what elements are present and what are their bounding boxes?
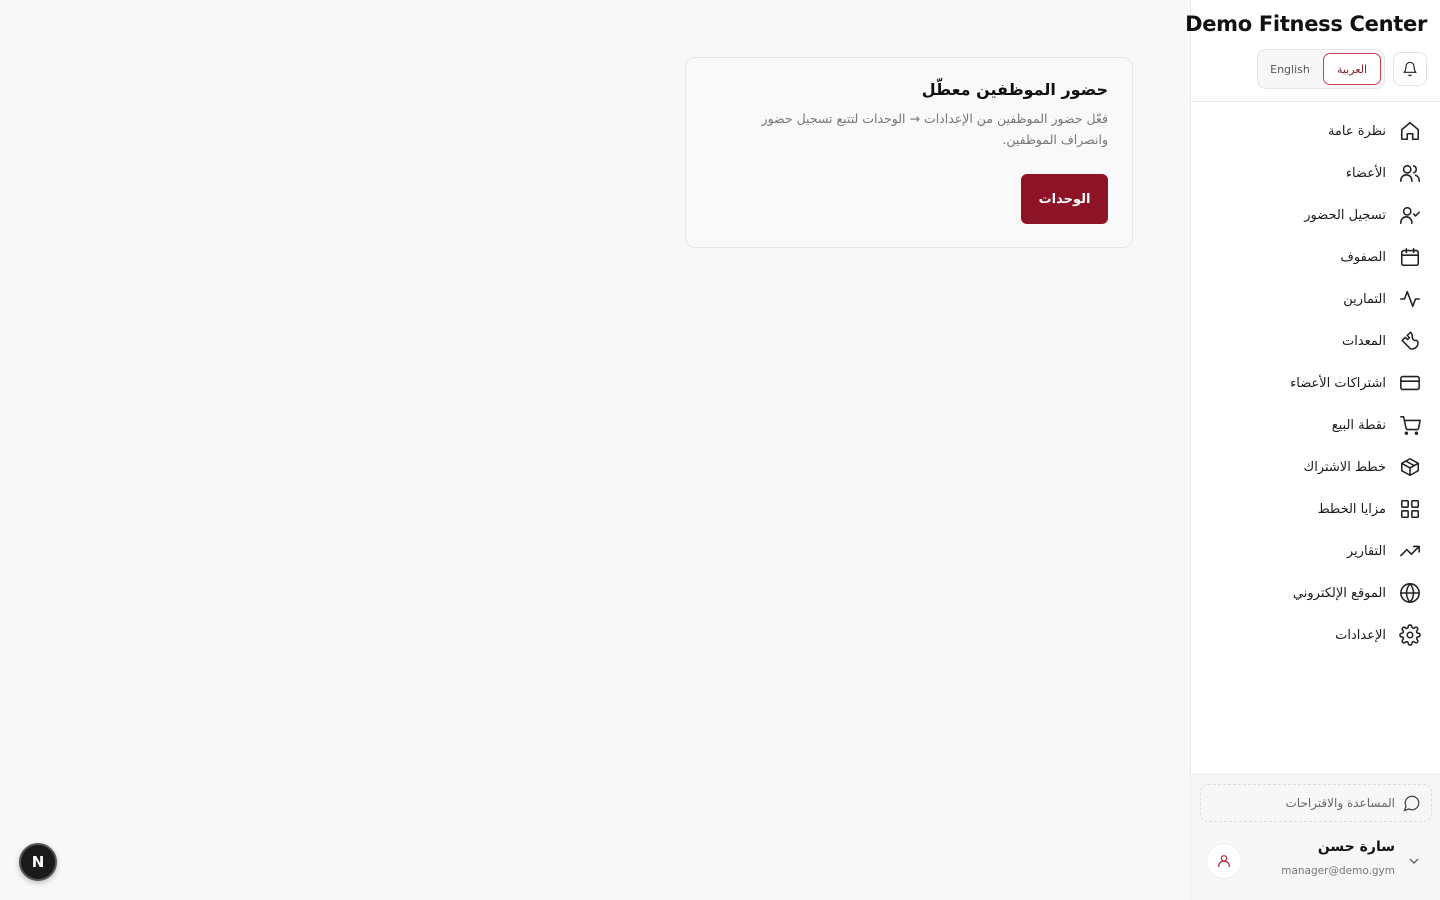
trending-up-icon	[1398, 539, 1422, 563]
module-disabled-card: حضور الموظفين معطّل فعّل حضور الموظفين م…	[685, 57, 1133, 248]
language-english-button[interactable]: English	[1261, 53, 1319, 85]
sidebar: Demo Fitness Center العربية English نظرة…	[1185, 0, 1440, 900]
nav-label: التقارير	[1346, 543, 1386, 559]
nav-label: تسجيل الحضور	[1304, 207, 1386, 223]
nav-item-pos[interactable]: نقطة البيع	[1191, 404, 1440, 446]
nav-item-equipment[interactable]: المعدات	[1191, 320, 1440, 362]
wrench-icon	[1398, 329, 1422, 353]
package-icon	[1398, 455, 1422, 479]
nav-label: اشتراكات الأعضاء	[1290, 375, 1386, 391]
user-email: manager@demo.gym	[1281, 865, 1395, 877]
nav-label: مزايا الخطط	[1317, 501, 1386, 517]
nav-label: المعدات	[1341, 333, 1386, 349]
home-icon	[1398, 119, 1422, 143]
credit-card-icon	[1398, 371, 1422, 395]
nav-item-reports[interactable]: التقارير	[1191, 530, 1440, 572]
nav-item-exercises[interactable]: التمارين	[1191, 278, 1440, 320]
nav-label: الأعضاء	[1345, 165, 1386, 181]
nav-item-plans[interactable]: خطط الاشتراك	[1191, 446, 1440, 488]
cart-icon	[1398, 413, 1422, 437]
nav-label: الصفوف	[1340, 249, 1386, 265]
user-check-icon	[1398, 203, 1422, 227]
sidebar-footer: المساعدة والاقتراحات سارة حسن manager@de…	[1191, 774, 1440, 900]
message-circle-icon	[1403, 795, 1420, 812]
language-arabic-button[interactable]: العربية	[1323, 53, 1381, 85]
help-feedback-button[interactable]: المساعدة والاقتراحات	[1200, 784, 1432, 822]
nav-item-memberships[interactable]: اشتراكات الأعضاء	[1191, 362, 1440, 404]
user-name: سارة حسن	[1317, 839, 1395, 855]
language-switch: العربية English	[1257, 49, 1385, 89]
nav-label: نقطة البيع	[1331, 417, 1386, 433]
user-menu[interactable]: سارة حسن manager@demo.gym	[1190, 835, 1440, 893]
grid-icon	[1398, 497, 1422, 521]
nav-item-plan-features[interactable]: مزايا الخطط	[1191, 488, 1440, 530]
main-navigation: نظرة عامة الأعضاء تسجيل الحضور الصفوف ال…	[1191, 102, 1440, 774]
nav-item-overview[interactable]: نظرة عامة	[1191, 110, 1440, 152]
nav-label: نظرة عامة	[1327, 123, 1386, 139]
brand-name: Demo Fitness Center	[1185, 12, 1427, 36]
nav-item-classes[interactable]: الصفوف	[1191, 236, 1440, 278]
help-feedback-label: المساعدة والاقتراحات	[1285, 796, 1395, 810]
nav-item-check-in[interactable]: تسجيل الحضور	[1191, 194, 1440, 236]
nav-label: التمارين	[1343, 291, 1386, 307]
modules-button[interactable]: الوحدات	[1021, 174, 1108, 224]
nav-item-website[interactable]: الموقع الإلكتروني	[1191, 572, 1440, 614]
notifications-button[interactable]	[1393, 52, 1427, 86]
card-title: حضور الموظفين معطّل	[921, 80, 1108, 99]
globe-icon	[1398, 581, 1422, 605]
card-description: فعّل حضور الموظفين من الإعدادات → الوحدا…	[761, 111, 1108, 147]
avatar	[1206, 843, 1242, 879]
dev-tools-badge[interactable]: N	[19, 843, 57, 881]
sidebar-header: Demo Fitness Center العربية English	[1185, 0, 1440, 102]
user-icon	[1218, 855, 1230, 867]
users-icon	[1398, 161, 1422, 185]
nav-label: الإعدادات	[1335, 627, 1386, 643]
calendar-icon	[1398, 245, 1422, 269]
nav-item-members[interactable]: الأعضاء	[1191, 152, 1440, 194]
nav-item-settings[interactable]: الإعدادات	[1191, 614, 1440, 656]
nav-label: الموقع الإلكتروني	[1292, 585, 1386, 601]
bell-icon	[1403, 61, 1417, 77]
nav-label: خطط الاشتراك	[1303, 459, 1386, 475]
chevron-down-icon	[1406, 853, 1424, 871]
activity-icon	[1398, 287, 1422, 311]
gear-icon	[1398, 623, 1422, 647]
